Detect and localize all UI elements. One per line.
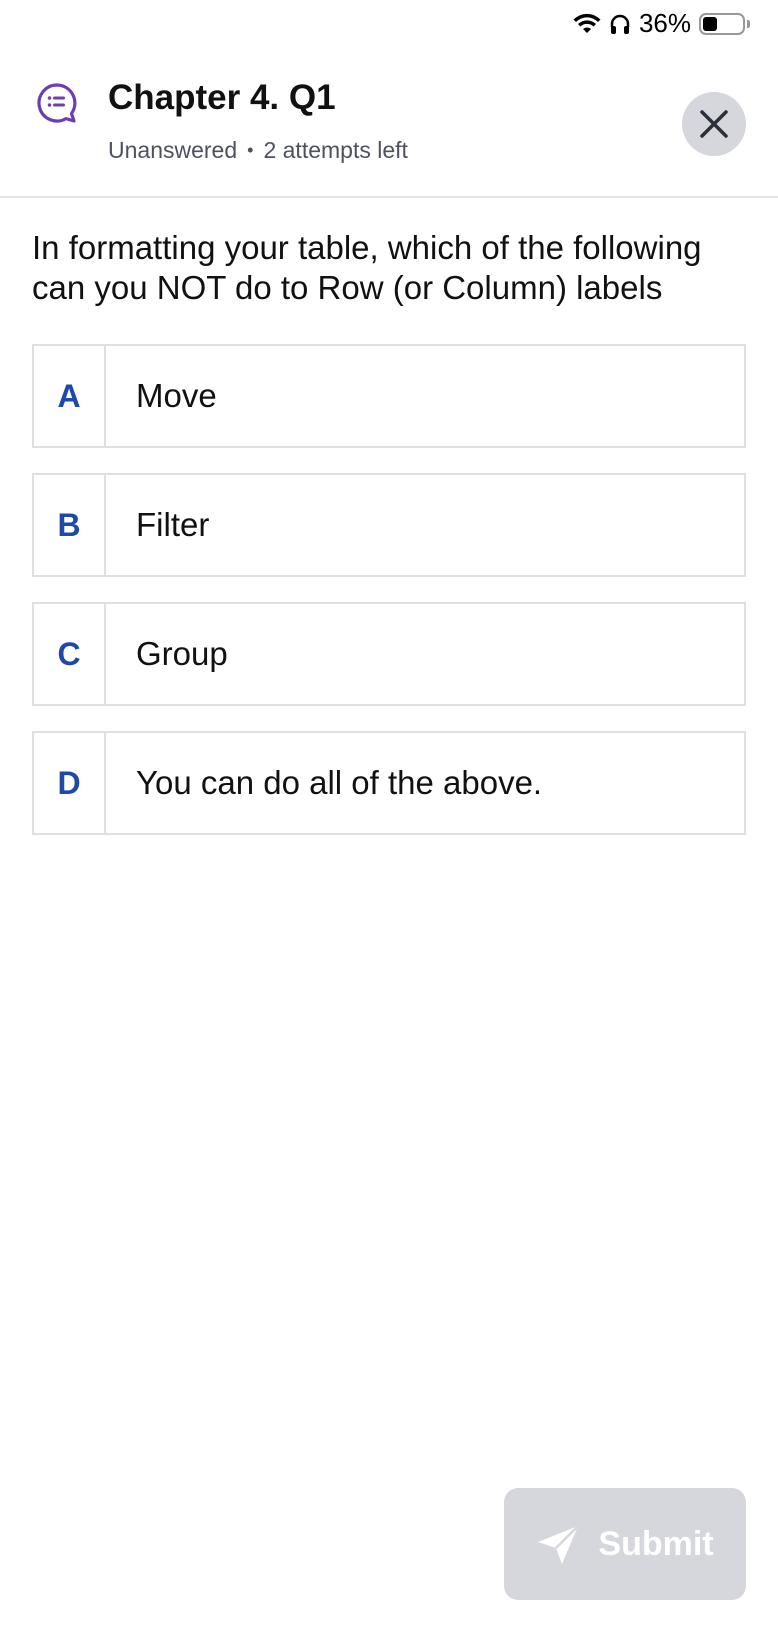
option-text: Move bbox=[136, 377, 217, 414]
option-letter: C bbox=[34, 604, 106, 704]
submit-button[interactable]: Submit bbox=[504, 1488, 746, 1600]
status-indicators: 36% bbox=[573, 8, 750, 39]
option-text: Group bbox=[136, 635, 228, 672]
question-header: Chapter 4. Q1 Unanswered • 2 attempts le… bbox=[0, 72, 778, 198]
send-icon bbox=[538, 1525, 580, 1564]
close-button[interactable] bbox=[682, 92, 746, 156]
answer-status: Unanswered bbox=[108, 137, 238, 163]
question-title: Chapter 4. Q1 bbox=[108, 78, 336, 117]
discussion-bubble-icon bbox=[37, 83, 77, 123]
option-text: You can do all of the above. bbox=[136, 764, 543, 801]
option-text: Filter bbox=[136, 506, 210, 543]
option-d[interactable]: D You can do all of the above. bbox=[32, 731, 746, 835]
battery-icon bbox=[699, 12, 750, 35]
option-c[interactable]: C Group bbox=[32, 602, 746, 706]
close-icon bbox=[700, 110, 728, 138]
answer-options: A Move B Filter C Group D You can do all… bbox=[32, 344, 746, 860]
wifi-icon bbox=[573, 13, 601, 33]
submit-label: Submit bbox=[598, 1524, 714, 1563]
attempts-left: 2 attempts left bbox=[263, 137, 408, 163]
question-meta: Unanswered • 2 attempts left bbox=[108, 137, 408, 164]
battery-level bbox=[703, 16, 717, 31]
status-bar: 36% bbox=[0, 0, 778, 48]
option-letter: D bbox=[34, 733, 106, 833]
headphones-icon bbox=[610, 14, 630, 34]
option-a[interactable]: A Move bbox=[32, 344, 746, 448]
option-letter: B bbox=[34, 475, 106, 575]
meta-separator: • bbox=[247, 140, 254, 160]
question-text: In formatting your table, which of the f… bbox=[32, 229, 702, 306]
option-b[interactable]: B Filter bbox=[32, 473, 746, 577]
battery-percent: 36% bbox=[638, 8, 691, 38]
option-letter: A bbox=[34, 346, 106, 446]
